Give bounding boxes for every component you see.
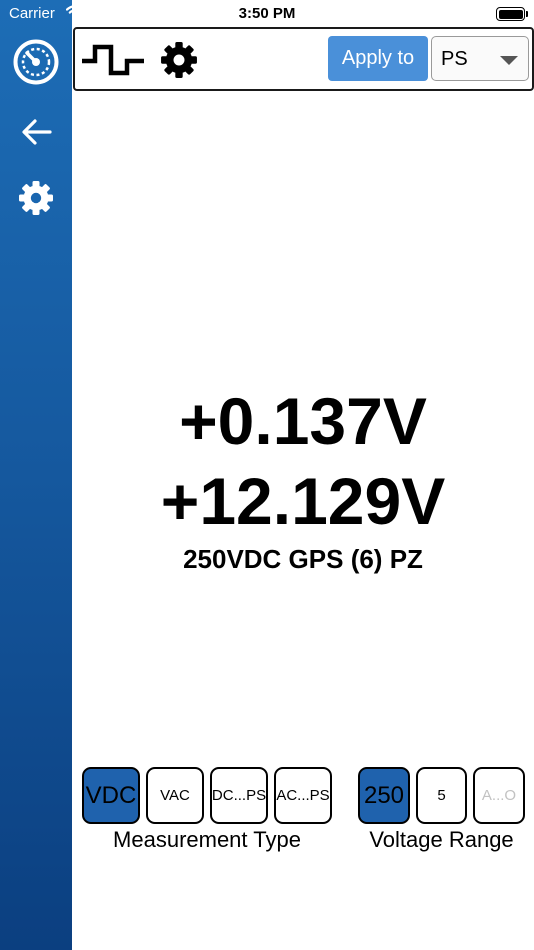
apply-to-button[interactable]: Apply to	[328, 36, 428, 81]
status-bar: Carrier 3:50 PM	[0, 0, 534, 28]
toolbar-gear-icon[interactable]	[160, 41, 198, 84]
sidebar	[0, 0, 72, 950]
status-time: 3:50 PM	[238, 5, 296, 22]
measurement-type-label: Measurement Type	[113, 827, 301, 852]
range-5-button[interactable]: 5	[416, 767, 467, 824]
secondary-reading: +12.129V	[160, 464, 446, 538]
battery-icon	[496, 7, 525, 21]
range-auto-button[interactable]: A...O	[473, 767, 525, 824]
battery-cap	[526, 11, 528, 17]
range-250-button[interactable]: 250	[358, 767, 410, 824]
settings-gear-icon[interactable]	[0, 178, 72, 218]
chevron-down-icon	[500, 56, 518, 65]
measurement-ac-ps-button[interactable]: AC...PS	[274, 767, 332, 824]
pulse-wave-icon[interactable]	[80, 41, 146, 82]
reading-description: 250VDC GPS (6) PZ	[183, 544, 423, 574]
primary-reading: +0.137V	[179, 384, 427, 458]
back-arrow-icon[interactable]	[0, 112, 72, 152]
measurement-vac-button[interactable]: VAC	[146, 767, 204, 824]
select-value: PS	[441, 48, 468, 70]
voltage-range-label: Voltage Range	[369, 827, 514, 852]
toolbar: Apply to PS	[73, 27, 534, 91]
apply-target-select[interactable]: PS	[431, 36, 529, 81]
measurement-vdc-button[interactable]: VDC	[82, 767, 140, 824]
gauge-logo-icon[interactable]	[0, 38, 72, 86]
measurement-dc-ps-button[interactable]: DC...PS	[210, 767, 268, 824]
